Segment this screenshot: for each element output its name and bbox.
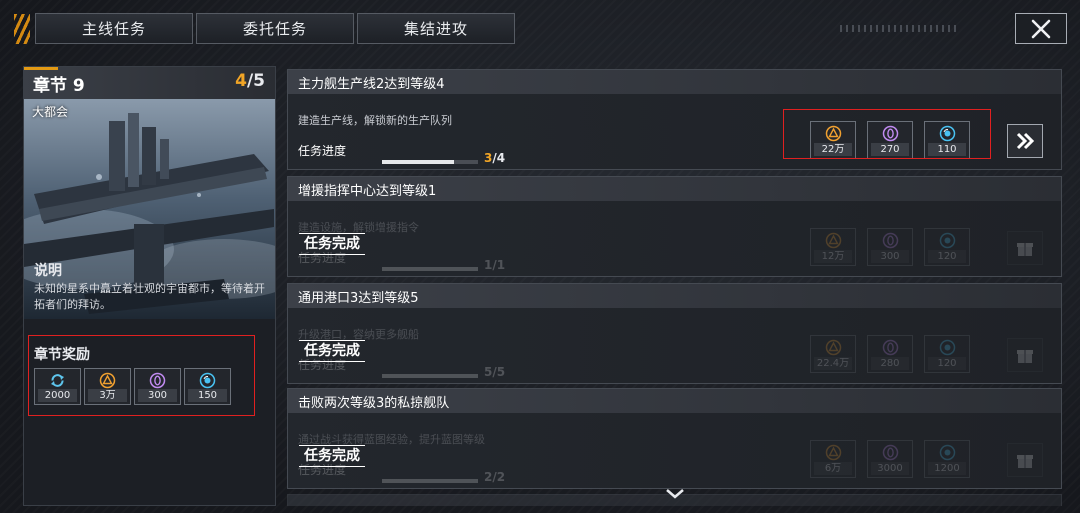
mission-progress-bar: [382, 374, 478, 378]
reward-item: 3000: [867, 440, 913, 478]
mission-completed-stamp: 任务完成: [299, 340, 365, 362]
tab-commission-missions[interactable]: 委托任务: [196, 13, 354, 44]
mission-description: 建造生产线，解锁新的生产队列: [298, 114, 452, 127]
reward-item: 22.4万: [810, 335, 856, 373]
chapter-progress: 4/5: [235, 71, 265, 91]
mission-card[interactable]: 通用港口3达到等级5 升级港口，容纳更多舰船 任务进度 5/5 22.4万 28…: [287, 283, 1062, 384]
triangle-resource-icon: [825, 232, 841, 249]
reward-item: 12万: [810, 228, 856, 266]
chapter-subtitle: 大都会: [32, 105, 69, 119]
reward-value: 22.4万: [814, 357, 852, 370]
chapter-reward-highlight: [28, 335, 255, 416]
close-icon: [1031, 19, 1051, 38]
mission-progress-label: 任务进度: [298, 144, 347, 158]
reward-item: 120: [924, 228, 970, 266]
reward-value: 1200: [928, 462, 966, 475]
chevron-down-icon: [666, 489, 684, 499]
description-text: 未知的星系中矗立着壮观的宇宙都市，等待着开拓者们的拜访。: [34, 282, 265, 311]
mission-progress-bar: [382, 267, 478, 271]
chapter-header: 章节 9 4/5: [24, 67, 275, 99]
mission-progress-count: 2/2: [484, 470, 505, 484]
mission-title: 通用港口3达到等级5: [298, 291, 419, 306]
mission-title: 增援指挥中心达到等级1: [298, 184, 437, 199]
reward-item: 6万: [810, 440, 856, 478]
mission-title: 主力舰生产线2达到等级4: [298, 77, 445, 92]
crystal-resource-icon: [882, 339, 898, 356]
energy-orb-icon: [939, 444, 955, 461]
close-button[interactable]: [1015, 13, 1067, 44]
reward-item: 300: [867, 228, 913, 266]
tab-rally-attack[interactable]: 集结进攻: [357, 13, 515, 44]
header-tick-decoration: [840, 25, 958, 32]
mission-reward-list: 12万 300 120: [810, 228, 970, 266]
reward-value: 6万: [814, 462, 852, 475]
mission-progress-bar: [382, 479, 478, 483]
mission-progress-count: 3/4: [484, 151, 505, 165]
chapter-panel: 章节 9 4/5 大都会 说明 未知的星系中矗立着壮观的宇宙都市，等待着开拓者们…: [23, 66, 276, 506]
mission-title: 击败两次等级3的私掠舰队: [298, 396, 450, 411]
reward-value: 120: [928, 250, 966, 263]
reward-value: 3000: [871, 462, 909, 475]
scroll-down-indicator[interactable]: [664, 486, 686, 505]
progress-total: /5: [492, 365, 506, 379]
reward-item: 120: [924, 335, 970, 373]
reward-value: 120: [928, 357, 966, 370]
mission-reward-highlight: [783, 109, 991, 159]
energy-orb-icon: [939, 339, 955, 356]
gift-icon: [1017, 243, 1033, 256]
claimed-gift-button: [1007, 443, 1043, 477]
claimed-gift-button: [1007, 338, 1043, 372]
reward-value: 12万: [814, 250, 852, 263]
crystal-resource-icon: [882, 232, 898, 249]
reward-item: 280: [867, 335, 913, 373]
header-stripe-decoration: [14, 14, 30, 44]
go-to-mission-button[interactable]: [1007, 124, 1043, 158]
mission-reward-list: 22.4万 280 120: [810, 335, 970, 373]
mission-progress-count: 1/1: [484, 258, 505, 272]
mission-tabs: 主线任务 委托任务 集结进攻: [35, 13, 515, 44]
progress-total: /4: [492, 151, 506, 165]
mission-card[interactable]: 增援指挥中心达到等级1 建造设施，解锁增援指令 任务进度 1/1 12万 300…: [287, 176, 1062, 277]
mission-reward-list: 6万 3000 1200: [810, 440, 970, 478]
triangle-resource-icon: [825, 444, 841, 461]
progress-total: /1: [492, 258, 506, 272]
gift-icon: [1017, 350, 1033, 363]
crystal-resource-icon: [882, 444, 898, 461]
tab-main-missions[interactable]: 主线任务: [35, 13, 193, 44]
chapter-progress-current: 4: [235, 71, 247, 91]
mission-progress-bar: [382, 160, 478, 164]
energy-orb-icon: [939, 232, 955, 249]
chapter-title: 章节 9: [33, 76, 85, 96]
mission-card[interactable]: 击败两次等级3的私掠舰队 通过战斗获得蓝图经验，提升蓝图等级 任务进度 2/2 …: [287, 388, 1062, 489]
reward-value: 280: [871, 357, 909, 370]
triangle-resource-icon: [825, 339, 841, 356]
mission-progress-count: 5/5: [484, 365, 505, 379]
mission-completed-stamp: 任务完成: [299, 233, 365, 255]
reward-value: 300: [871, 250, 909, 263]
chapter-progress-total: /5: [246, 71, 265, 91]
claimed-gift-button: [1007, 231, 1043, 265]
double-chevron-right-icon: [1016, 132, 1035, 150]
mission-completed-stamp: 任务完成: [299, 445, 365, 467]
description-title: 说明: [34, 263, 62, 279]
reward-item: 1200: [924, 440, 970, 478]
gift-icon: [1017, 455, 1033, 468]
progress-total: /2: [492, 470, 506, 484]
